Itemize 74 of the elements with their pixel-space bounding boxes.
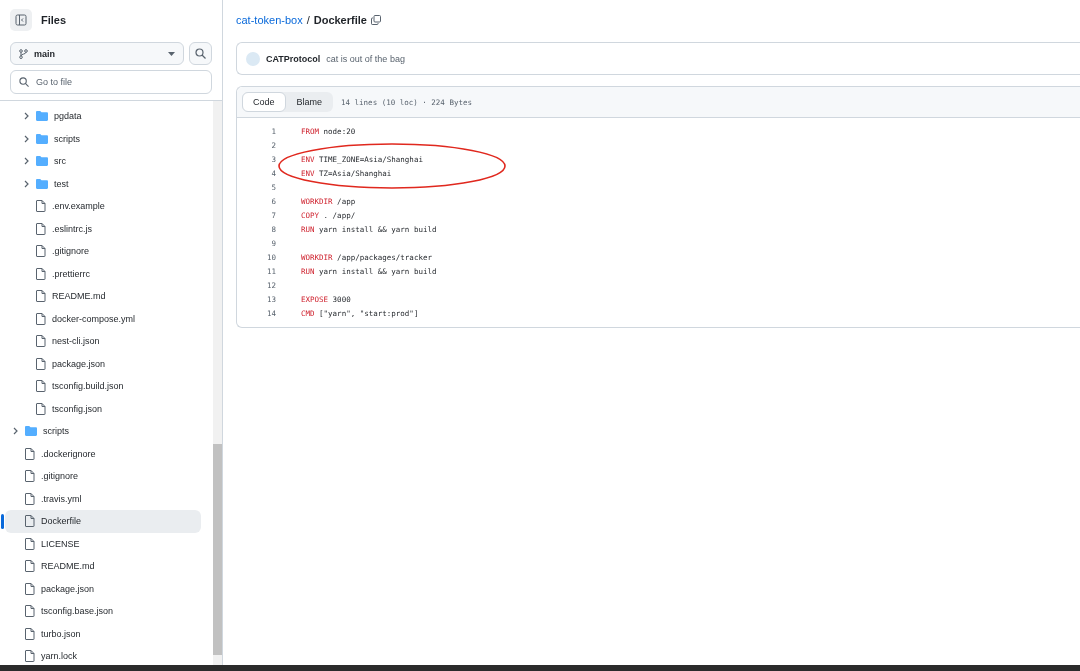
avatar [246,51,260,66]
file-icon [25,650,35,663]
file-icon [36,335,46,348]
file-icon [25,560,35,573]
folder-icon [36,178,48,189]
folder-icon [36,156,48,167]
folder-icon [36,111,48,122]
view-tab[interactable]: Blame [285,92,334,112]
chevron-icon [13,427,19,436]
file-icon [25,537,35,550]
file-icon [25,515,35,528]
file-item[interactable]: README.md [5,555,201,578]
commit-message: cat is out of the bag [326,53,405,64]
chevron-icon [24,179,30,188]
repo-link[interactable]: cat-token-box [236,14,303,26]
file-item[interactable]: yarn.lock [5,645,201,665]
file-item[interactable]: .gitignore [5,240,201,263]
go-to-file-field[interactable]: Go to file [10,70,212,94]
selection-indicator [1,514,4,529]
branch-selector[interactable]: main [10,42,184,65]
file-icon [25,470,35,483]
file-item[interactable]: package.json [5,577,201,600]
folder-item[interactable]: pgdata [5,105,201,128]
chevron-icon [24,134,30,143]
chevron-icon [24,157,30,166]
file-item[interactable]: .gitignore [5,465,201,488]
search-icon [195,48,206,59]
folder-item[interactable]: scripts [5,127,201,150]
file-icon [36,267,46,280]
file-item[interactable]: .env.example [5,195,201,218]
file-item[interactable]: .prettierrc [5,262,201,285]
file-name: Dockerfile [313,14,367,26]
folder-icon [25,426,37,437]
file-icon [25,492,35,505]
file-icon [25,605,35,618]
file-item[interactable]: turbo.json [5,622,201,645]
collapse-sidebar-button[interactable] [10,9,32,31]
sidebar-panel-icon [15,14,27,26]
folder-item[interactable]: src [5,150,201,173]
file-icon [36,200,46,213]
file-icon [36,312,46,325]
view-tab[interactable]: Code [242,92,286,112]
file-icon [36,245,46,258]
file-item[interactable]: .travis.yml [5,487,201,510]
file-item[interactable]: nest-cli.json [5,330,201,353]
copy-icon[interactable] [370,15,381,25]
file-item[interactable]: tsconfig.json [5,397,201,420]
file-item[interactable]: LICENSE [5,532,201,555]
file-item[interactable]: .dockerignore [5,442,201,465]
file-icon [36,222,46,235]
file-item[interactable]: README.md [5,285,201,308]
file-icon [25,447,35,460]
file-icon [36,380,46,393]
folder-item[interactable]: test [5,172,201,195]
file-icon [36,357,46,370]
file-item[interactable]: package.json [5,352,201,375]
chevron-icon [24,112,30,121]
commit-author[interactable]: CATProtocol [266,53,321,64]
folder-icon [36,133,48,144]
file-icon [25,627,35,640]
file-icon [36,290,46,303]
file-icon [25,582,35,595]
file-item[interactable]: .eslintrc.js [5,217,201,240]
sidebar-title: Files [41,14,67,26]
caret-icon [168,51,175,56]
search-button[interactable] [189,42,212,65]
folder-item[interactable]: scripts [5,420,201,443]
file-icon [36,402,46,415]
file-item[interactable]: docker-compose.yml [5,307,201,330]
scrollbar[interactable] [213,101,222,665]
file-item[interactable]: tsconfig.base.json [5,600,201,623]
path-separator: / [306,14,310,26]
branch-icon [19,48,28,59]
file-item[interactable]: tsconfig.build.json [5,375,201,398]
